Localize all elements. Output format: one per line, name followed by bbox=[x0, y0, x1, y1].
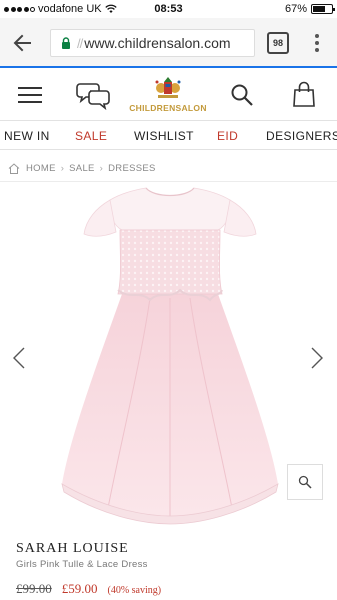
battery-fill bbox=[313, 6, 326, 12]
nav-item-eid[interactable]: EID bbox=[217, 129, 238, 143]
breadcrumb-sale[interactable]: SALE bbox=[69, 163, 95, 174]
crest-icon bbox=[155, 77, 181, 98]
nav-item-wishlist[interactable]: WISHLIST bbox=[134, 129, 194, 143]
category-nav: NEW IN SALE WISHLIST EID DESIGNERS bbox=[0, 120, 337, 150]
zoom-icon bbox=[298, 475, 312, 489]
chevron-right-icon: › bbox=[99, 162, 104, 174]
url-text: www.childrensalon.com bbox=[84, 35, 231, 51]
battery-icon bbox=[311, 4, 335, 14]
back-arrow-icon[interactable] bbox=[12, 32, 34, 54]
hamburger-menu-icon[interactable] bbox=[18, 87, 42, 103]
battery-percent: 67% bbox=[284, 3, 307, 15]
breadcrumb-dresses[interactable]: DRESSES bbox=[108, 163, 156, 174]
saving-badge: (40% saving) bbox=[107, 585, 162, 596]
shopping-bag-icon[interactable] bbox=[292, 81, 316, 107]
browser-menu-icon[interactable] bbox=[309, 31, 325, 55]
logo-text: CHILDRENSALON bbox=[129, 103, 207, 113]
address-bar[interactable]: // www.childrensalon.com bbox=[50, 29, 255, 57]
status-right: 67% bbox=[284, 3, 335, 15]
childrensalon-logo[interactable]: CHILDRENSALON bbox=[128, 76, 208, 116]
site-header: CHILDRENSALON bbox=[0, 70, 337, 120]
product-image bbox=[61, 187, 279, 525]
search-icon[interactable] bbox=[230, 83, 254, 107]
home-icon[interactable] bbox=[8, 162, 20, 174]
previous-image-arrow-icon[interactable] bbox=[12, 346, 26, 370]
nav-item-new-in[interactable]: NEW IN bbox=[4, 129, 50, 143]
breadcrumb-home[interactable]: HOME bbox=[26, 163, 56, 174]
product-brand[interactable]: SARAH LOUISE bbox=[16, 541, 129, 557]
product-image-carousel[interactable] bbox=[0, 182, 337, 532]
status-bar: vodafone UK 08:53 67% bbox=[0, 0, 337, 18]
chevron-right-icon: › bbox=[60, 162, 65, 174]
browser-toolbar: // www.childrensalon.com 98 bbox=[0, 18, 337, 68]
nav-item-designers[interactable]: DESIGNERS bbox=[266, 129, 337, 143]
product-name: Girls Pink Tulle & Lace Dress bbox=[16, 559, 148, 570]
lock-icon bbox=[62, 37, 70, 49]
url-prefix: // bbox=[77, 35, 83, 51]
price-row: £99.00 £59.00 (40% saving) bbox=[16, 581, 161, 597]
breadcrumb: HOME › SALE › DRESSES bbox=[8, 160, 156, 176]
sale-price: £59.00 bbox=[61, 581, 98, 596]
nav-item-sale[interactable]: SALE bbox=[75, 129, 107, 143]
zoom-button[interactable] bbox=[287, 464, 323, 500]
original-price: £99.00 bbox=[16, 581, 52, 596]
chat-icon[interactable] bbox=[76, 80, 112, 110]
next-image-arrow-icon[interactable] bbox=[310, 346, 324, 370]
tab-switcher-button[interactable]: 98 bbox=[267, 32, 289, 54]
